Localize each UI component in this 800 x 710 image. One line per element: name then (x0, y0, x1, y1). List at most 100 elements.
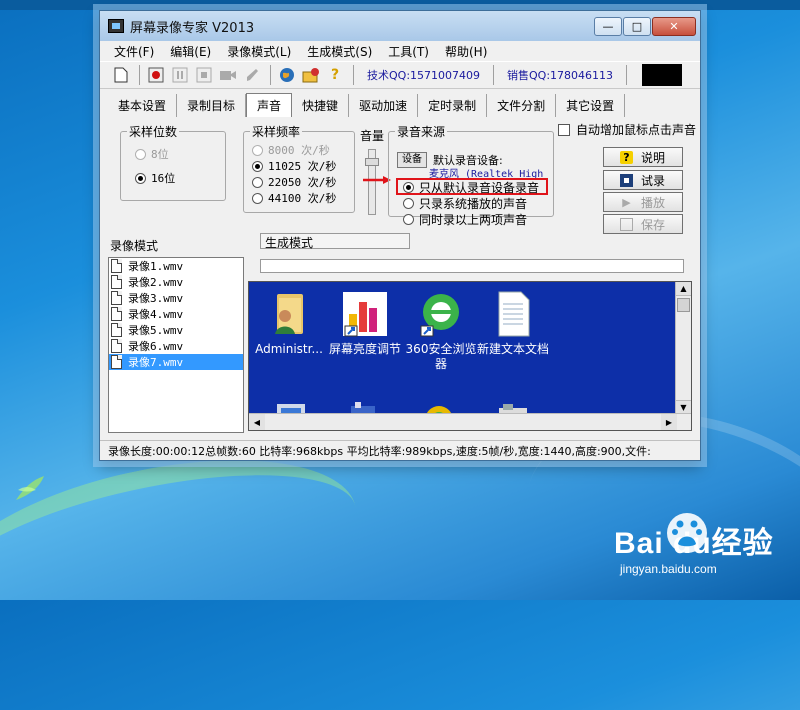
brightness-shortcut-icon (343, 292, 387, 337)
volume-label: 音量 (360, 129, 385, 143)
list-item[interactable]: 录像5.wmv (109, 322, 243, 338)
scroll-up-arrow-icon[interactable]: ▲ (676, 282, 691, 296)
volume-slider-thumb[interactable] (365, 158, 379, 166)
save-button[interactable]: 保存 (603, 214, 683, 234)
window-title: 屏幕录像专家 V2013 (130, 20, 255, 36)
menu-generate-mode[interactable]: 生成模式(S) (299, 43, 380, 60)
rate-11025-radio[interactable]: 11025 次/秒 (252, 158, 354, 174)
globe-icon[interactable] (276, 64, 298, 86)
help-button[interactable]: ? 说明 (603, 147, 683, 167)
menu-tools[interactable]: 工具(T) (380, 43, 437, 60)
stop-icon[interactable] (193, 64, 215, 86)
list-item[interactable]: 录像2.wmv (109, 274, 243, 290)
close-button[interactable]: ✕ (652, 16, 696, 36)
toolbar: ? 技术QQ:1571007409 销售QQ:178046113 (100, 61, 700, 89)
scroll-right-arrow-icon[interactable]: ▶ (661, 414, 677, 430)
rate-44100-radio[interactable]: 44100 次/秒 (252, 190, 354, 206)
folder-settings-icon[interactable] (300, 64, 322, 86)
file-icon (111, 275, 122, 289)
source-both-radio[interactable]: 同时录以上两项声音 (403, 211, 539, 227)
preview-vertical-scrollbar[interactable]: ▲ ▼ (675, 282, 691, 414)
tab-driver-accel[interactable]: 驱动加速 (349, 94, 419, 117)
menu-help[interactable]: 帮助(H) (437, 43, 495, 60)
help-icon: ? (620, 150, 633, 164)
preview-icon-administrator: Administr... (249, 290, 329, 357)
toolbar-divider (493, 65, 495, 85)
preview-horizontal-scrollbar[interactable]: ◀ ▶ (249, 413, 691, 430)
sample-rate-title: 采样频率 (252, 125, 301, 139)
help-icon[interactable]: ? (324, 64, 346, 86)
tab-scheduled[interactable]: 定时录制 (418, 94, 488, 117)
preview-icon-360: 360安全浏览器 (401, 290, 481, 372)
list-item[interactable]: 录像6.wmv (109, 338, 243, 354)
record-icon[interactable] (145, 64, 167, 86)
frame-counter-display (642, 64, 682, 86)
save-icon (620, 217, 633, 231)
title-bar[interactable]: 屏幕录像专家 V2013 — □ ✕ (100, 11, 700, 41)
checkbox-box[interactable] (558, 123, 570, 136)
play-button[interactable]: ▶ 播放 (603, 192, 683, 212)
scroll-thumb[interactable] (677, 298, 690, 312)
bit-depth-16-radio[interactable]: 16位 (135, 170, 225, 186)
pause-icon[interactable] (169, 64, 191, 86)
file-icon (111, 355, 122, 369)
toolbar-divider (139, 65, 140, 85)
device-button[interactable]: 设备 (397, 152, 427, 168)
list-item[interactable]: 录像4.wmv (109, 306, 243, 322)
file-icon (111, 307, 122, 321)
baidu-url: jingyan.baidu.com (620, 562, 717, 576)
file-icon (111, 259, 122, 273)
record-icon (620, 173, 633, 187)
video-preview: Administr... 屏幕亮度调节 360安全浏览器 新建文本文档 ▲ ▼ … (248, 281, 692, 431)
toolbar-divider (626, 65, 628, 85)
list-item[interactable]: 录像1.wmv (109, 258, 243, 274)
menu-edit[interactable]: 编辑(E) (162, 43, 219, 60)
new-file-icon[interactable] (110, 64, 132, 86)
sound-panel: 采样位数 8位 16位 采样频率 8000 次/秒 11025 次/秒 2205… (100, 117, 700, 251)
bit-depth-title: 采样位数 (129, 125, 178, 139)
wallpaper-leaf-icon (16, 476, 44, 500)
app-window: 屏幕录像专家 V2013 — □ ✕ 文件(F) 编辑(E) 录像模式(L) 生… (99, 10, 701, 461)
scroll-down-arrow-icon[interactable]: ▼ (676, 400, 691, 414)
tab-sound[interactable]: 声音 (246, 93, 293, 117)
brush-icon[interactable] (241, 64, 263, 86)
tab-basic[interactable]: 基本设置 (108, 94, 178, 117)
bit-depth-8-radio[interactable]: 8位 (135, 146, 225, 162)
file-icon (111, 291, 122, 305)
settings-tabs: 基本设置 录制目标 声音 快捷键 驱动加速 定时录制 文件分割 其它设置 (100, 93, 700, 117)
bit-depth-group: 采样位数 8位 16位 (120, 123, 226, 201)
minimize-button[interactable]: — (594, 16, 622, 36)
menu-bar: 文件(F) 编辑(E) 录像模式(L) 生成模式(S) 工具(T) 帮助(H) (100, 41, 700, 61)
source-system-only-radio[interactable]: 只录系统播放的声音 (403, 195, 539, 211)
taskbar-top-strip (0, 0, 800, 10)
app-icon (108, 19, 124, 33)
tech-qq-label: 技术QQ:1571007409 (367, 69, 481, 82)
baidu-paw-logo-icon (667, 513, 707, 553)
tab-hotkeys[interactable]: 快捷键 (292, 94, 350, 117)
status-bar: 录像长度:00:00:12总帧数:60 比特率:968kbps 平均比特率:98… (100, 440, 700, 460)
maximize-button[interactable]: □ (623, 16, 651, 36)
auto-click-sound-checkbox[interactable]: 自动增加鼠标点击声音 (558, 121, 696, 138)
record-source-group: 录音来源 设备 默认录音设备: 麦克风 (Realtek High 只从默认录音… (388, 123, 554, 227)
toolbar-divider (270, 65, 271, 85)
browser-360-icon (420, 294, 459, 337)
scroll-left-arrow-icon[interactable]: ◀ (249, 414, 265, 430)
recording-file-list: 录像1.wmv 录像2.wmv 录像3.wmv 录像4.wmv 录像5.wmv … (108, 257, 244, 433)
menu-record-mode[interactable]: 录像模式(L) (219, 43, 299, 60)
record-source-title: 录音来源 (397, 125, 446, 139)
source-mic-only-radio[interactable]: 只从默认录音设备录音 (403, 179, 539, 195)
tab-other[interactable]: 其它设置 (556, 94, 626, 117)
auto-click-sound-label: 自动增加鼠标点击声音 (576, 123, 696, 137)
rate-22050-radio[interactable]: 22050 次/秒 (252, 174, 354, 190)
list-item[interactable]: 录像3.wmv (109, 290, 243, 306)
list-item-selected[interactable]: 录像7.wmv (109, 354, 243, 370)
tab-record-target[interactable]: 录制目标 (177, 94, 247, 117)
menu-file[interactable]: 文件(F) (106, 43, 162, 60)
status-text: 录像长度:00:00:12总帧数:60 比特率:968kbps 平均比特率:98… (108, 444, 651, 458)
camera-icon[interactable] (217, 64, 239, 86)
rate-8000-radio[interactable]: 8000 次/秒 (252, 142, 354, 158)
generate-mode-header: 生成模式 (260, 233, 410, 250)
tab-file-split[interactable]: 文件分割 (487, 94, 557, 117)
test-record-button[interactable]: 试录 (603, 170, 683, 190)
playback-progress-bar[interactable] (260, 259, 684, 273)
